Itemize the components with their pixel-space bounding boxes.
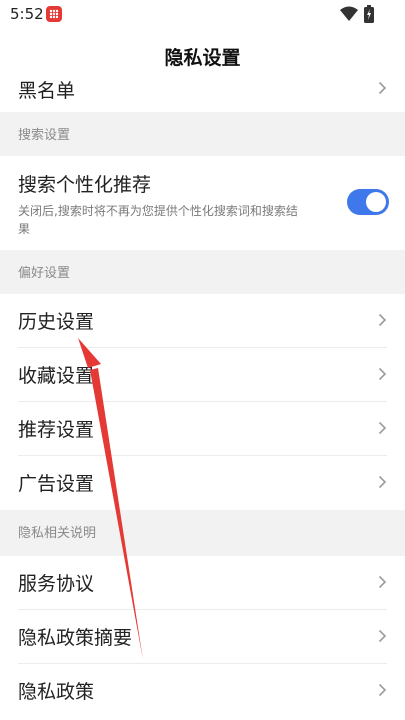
ad-settings-row[interactable]: 广告设置 [0,456,405,510]
chevron-right-icon [378,475,387,489]
top-app-bar: 隐私设置 [0,30,405,82]
chevron-right-icon [378,575,387,589]
chevron-right-icon [378,81,387,95]
history-settings-row[interactable]: 历史设置 [0,294,405,348]
section-header-label: 偏好设置 [18,266,71,281]
privacy-policy-row[interactable]: 隐私政策 [0,664,405,720]
blacklist-label: 黑名单 [18,80,76,102]
ad-settings-label: 广告设置 [18,473,95,495]
status-time: 5:52 [10,5,44,23]
chevron-right-icon [378,421,387,435]
chevron-right-icon [378,367,387,381]
chevron-right-icon [378,683,387,697]
service-agreement-row[interactable]: 服务协议 [0,556,405,610]
chevron-right-icon [378,313,387,327]
section-header-label: 隐私相关说明 [18,526,97,541]
section-header-search: 搜索设置 [0,112,405,156]
privacy-policy-summary-label: 隐私政策摘要 [18,627,133,649]
app-grid-icon [46,6,62,22]
recommendation-settings-row[interactable]: 推荐设置 [0,402,405,456]
personalized-search-title: 搜索个性化推荐 [18,174,152,196]
service-agreement-label: 服务协议 [18,573,95,595]
privacy-policy-label: 隐私政策 [18,681,95,703]
blacklist-row[interactable]: 黑名单 [0,76,405,112]
battery-icon [364,5,374,27]
section-header-preferences: 偏好设置 [0,250,405,294]
section-header-privacy: 隐私相关说明 [0,510,405,554]
favorites-settings-row[interactable]: 收藏设置 [0,348,405,402]
personalized-search-toggle[interactable] [347,189,389,215]
page-title: 隐私设置 [164,47,241,69]
section-header-label: 搜索设置 [18,128,71,143]
chevron-right-icon [378,629,387,643]
wifi-icon [340,6,358,26]
recommendation-settings-label: 推荐设置 [18,419,95,441]
history-settings-label: 历史设置 [18,311,95,333]
favorites-settings-label: 收藏设置 [18,365,95,387]
personalized-search-description: 关闭后,搜索时将不再为您提供个性化搜索词和搜索结果 [18,204,298,236]
privacy-policy-summary-row[interactable]: 隐私政策摘要 [0,610,405,664]
personalized-search-row: 搜索个性化推荐 关闭后,搜索时将不再为您提供个性化搜索词和搜索结果 [0,156,405,250]
toggle-knob [366,192,386,212]
status-bar: 5:52 [0,0,405,30]
